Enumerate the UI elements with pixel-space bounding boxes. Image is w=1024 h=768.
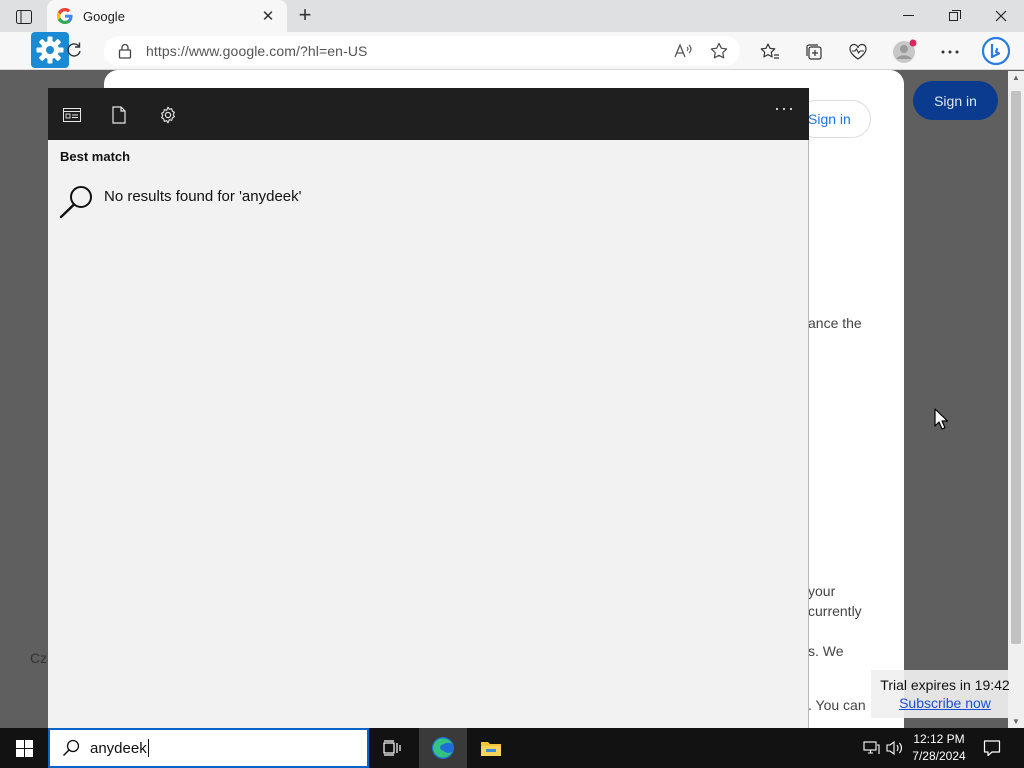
search-magnifier-icon (59, 186, 92, 219)
taskbar-clock[interactable]: 12:12 PM 7/28/2024 (906, 731, 972, 765)
scrollbar-thumb[interactable] (1011, 91, 1021, 644)
search-panel-header: ··· (48, 88, 809, 140)
sign-in-button[interactable]: Sign in (913, 81, 998, 120)
network-icon[interactable] (861, 738, 881, 758)
google-favicon-icon (57, 8, 73, 24)
tab-close-icon[interactable]: ✕ (259, 7, 277, 25)
clock-date: 7/28/2024 (912, 749, 966, 763)
profile-avatar-icon[interactable] (890, 39, 918, 65)
more-options-button[interactable]: ··· (774, 98, 795, 119)
bing-copilot-icon[interactable] (980, 35, 1012, 67)
file-explorer-taskbar-button[interactable] (467, 728, 515, 768)
task-view-icon (383, 740, 401, 756)
subscribe-link[interactable]: Subscribe now (871, 695, 1019, 711)
tab-actions-icon[interactable] (8, 6, 40, 28)
collections-icon[interactable] (800, 39, 828, 65)
favorites-icon[interactable] (756, 39, 784, 65)
notifications-icon[interactable] (980, 736, 1004, 760)
no-results-text: No results found for 'anydeek' (104, 188, 302, 205)
trial-text: Trial expires in 19:42 (880, 677, 1010, 693)
lock-icon[interactable] (118, 43, 132, 59)
page-text-fragment: ance the (808, 315, 862, 331)
search-icon (60, 737, 82, 759)
page-text-fragment: . You can (808, 697, 866, 713)
search-results-panel: ··· Best match No results found for 'any… (48, 88, 809, 728)
search-query-text[interactable]: anydeek (90, 740, 147, 757)
reload-icon[interactable] (64, 40, 84, 60)
new-tab-button[interactable]: + (292, 4, 318, 28)
read-aloud-icon[interactable] (672, 40, 694, 62)
page-scrollbar[interactable]: ▲ ▼ (1008, 71, 1024, 728)
documents-filter-icon[interactable] (108, 104, 130, 126)
clock-time: 12:12 PM (913, 732, 965, 746)
settings-filter-icon[interactable] (157, 104, 179, 126)
minimize-button[interactable] (886, 0, 932, 32)
address-bar[interactable]: https://www.google.com/?hl=en-US (104, 36, 740, 66)
windows-logo-icon (15, 739, 33, 757)
start-button[interactable] (0, 728, 48, 768)
apps-filter-icon[interactable] (61, 104, 83, 126)
browser-tab[interactable]: Google ✕ (47, 0, 287, 32)
text-caret (147, 739, 149, 757)
more-menu-icon[interactable] (936, 39, 964, 65)
taskbar: anydeek 12:12 PM 7/28/2024 (0, 728, 1024, 768)
trial-notice: Trial expires in 19:42 Subscribe now (871, 670, 1019, 718)
edge-icon (432, 737, 454, 759)
close-window-button[interactable] (978, 0, 1024, 32)
page-text-fragment: your (808, 583, 836, 599)
folder-icon (481, 742, 501, 756)
google-sign-in-label[interactable]: Sign in (808, 111, 851, 127)
mouse-cursor-icon (934, 408, 948, 430)
scroll-up-arrow-icon[interactable]: ▲ (1008, 73, 1024, 82)
favorite-star-icon[interactable] (708, 40, 730, 62)
edge-taskbar-button[interactable] (419, 728, 467, 768)
task-view-button[interactable] (368, 728, 416, 768)
taskbar-search-box[interactable]: anydeek (48, 728, 369, 768)
restore-button[interactable] (932, 0, 978, 32)
volume-icon[interactable] (885, 738, 905, 758)
browser-essentials-icon[interactable] (844, 39, 872, 65)
page-text-fragment: s. We (808, 643, 844, 659)
best-match-heading: Best match (60, 149, 131, 164)
url-text[interactable]: https://www.google.com/?hl=en-US (146, 43, 658, 59)
scroll-down-arrow-icon[interactable]: ▼ (1008, 717, 1024, 726)
tab-title: Google (83, 8, 125, 24)
page-text-fragment: Cz (30, 650, 48, 666)
page-text-fragment: currently (808, 603, 862, 619)
